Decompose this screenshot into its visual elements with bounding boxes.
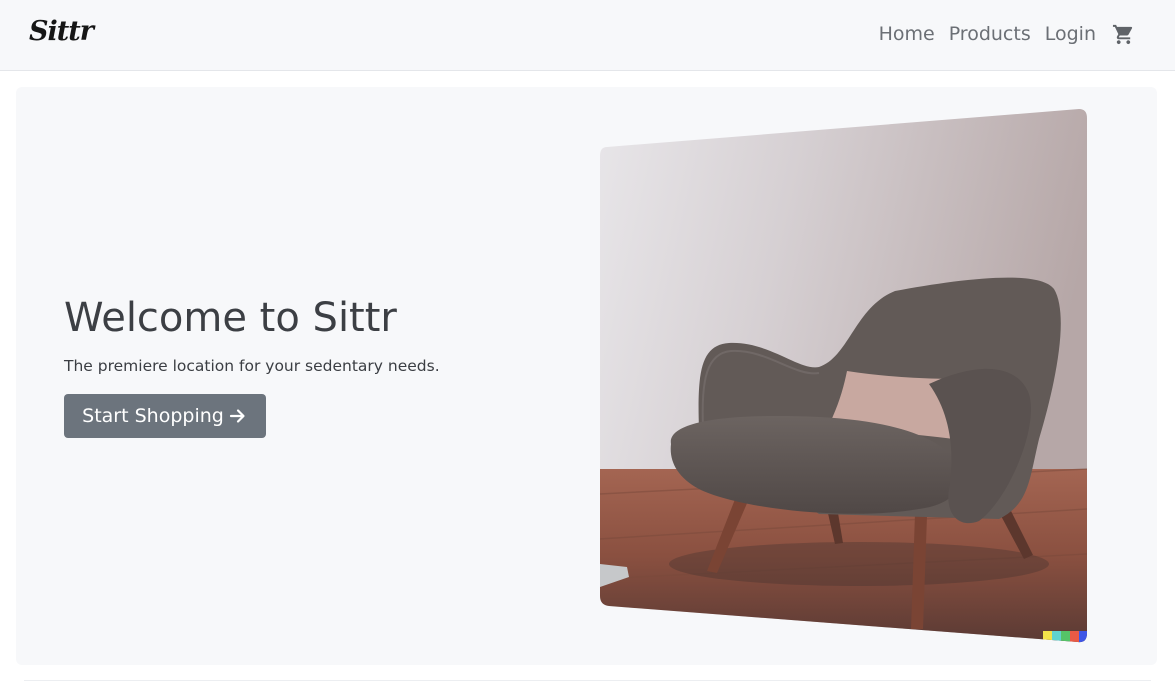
arrow-right-icon bbox=[229, 409, 245, 423]
nav-link-login[interactable]: Login bbox=[1045, 23, 1096, 45]
start-shopping-label: Start Shopping bbox=[82, 405, 224, 427]
nav-links: Home Products Login bbox=[879, 20, 1135, 48]
navbar: Sittr Home Products Login bbox=[0, 0, 1175, 71]
hero-subtitle: The premiere location for your sedentary… bbox=[64, 357, 440, 375]
brand-logo[interactable]: Sittr bbox=[29, 16, 94, 47]
nav-link-products[interactable]: Products bbox=[949, 23, 1031, 45]
shopping-cart-icon[interactable] bbox=[1112, 23, 1135, 46]
armchair-image bbox=[600, 109, 1087, 643]
start-shopping-button[interactable]: Start Shopping bbox=[64, 394, 266, 438]
nav-link-home[interactable]: Home bbox=[879, 23, 935, 45]
hero-title: Welcome to Sittr bbox=[64, 295, 397, 341]
hero-section: Welcome to Sittr The premiere location f… bbox=[16, 87, 1157, 665]
section-divider bbox=[24, 680, 1151, 681]
